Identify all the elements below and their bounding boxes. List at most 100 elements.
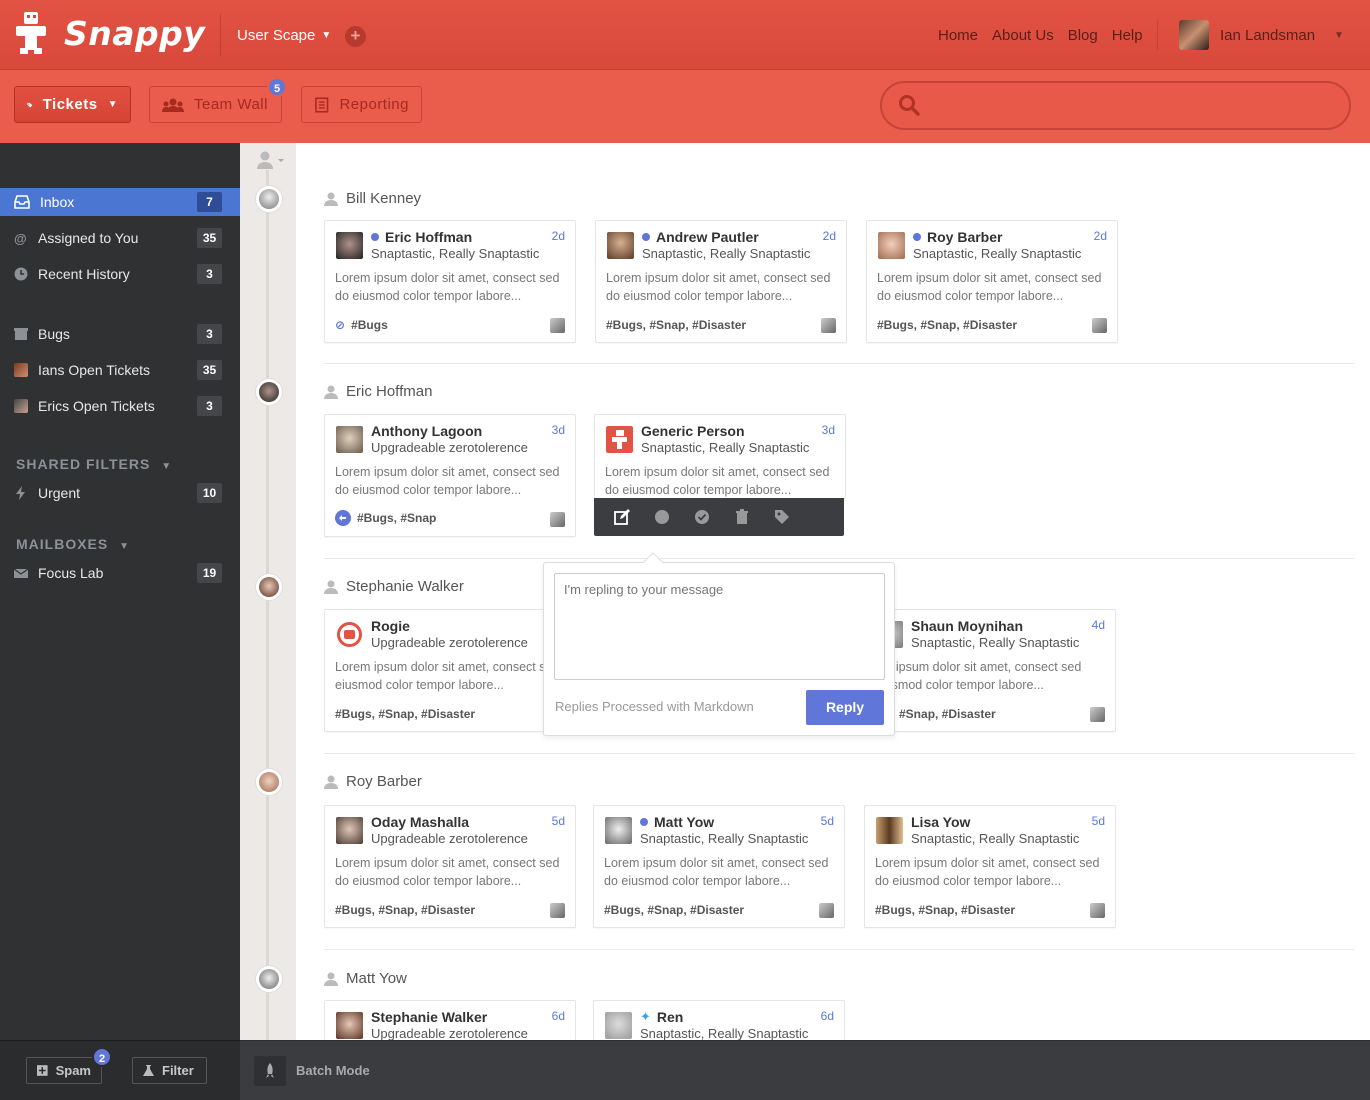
reporting-button[interactable]: Reporting bbox=[301, 86, 422, 123]
snappy-logo-icon bbox=[606, 426, 633, 453]
edit-icon[interactable] bbox=[614, 509, 630, 525]
assignee-avatar[interactable] bbox=[550, 903, 565, 918]
brand-name[interactable]: Snappy bbox=[64, 14, 205, 53]
sidebar-item-ians-open-tickets[interactable]: Ians Open Tickets 35 bbox=[0, 356, 240, 384]
sidebar-item-inbox[interactable]: Inbox 7 bbox=[0, 188, 240, 216]
shared-filters-heading[interactable]: SHARED FILTERS ▼ bbox=[16, 456, 172, 472]
group-name: Bill Kenney bbox=[346, 190, 422, 207]
user-avatar[interactable] bbox=[1179, 20, 1209, 50]
tags-label[interactable]: #Bugs, #Snap bbox=[357, 511, 436, 525]
tags-label[interactable]: #Bugs, #Snap, #Disaster bbox=[606, 318, 746, 332]
timeline-avatar[interactable] bbox=[256, 186, 282, 212]
tickets-button[interactable]: Tickets ▼ bbox=[14, 86, 131, 123]
trash-icon[interactable] bbox=[734, 509, 750, 525]
nav-help[interactable]: Help bbox=[1112, 27, 1143, 44]
sidebar-item-assigned[interactable]: @ Assigned to You 35 bbox=[0, 224, 240, 252]
ticket-tags: #Bugs, #Snap, #Disaster bbox=[335, 707, 475, 721]
ticket-subject: Snaptastic, Really Snaptastic bbox=[371, 246, 540, 261]
ticket-card[interactable]: Eric Hoffman Snaptastic, Really Snaptast… bbox=[324, 220, 576, 343]
ticket-sender: ✦ Ren bbox=[640, 1009, 683, 1025]
ticket-subject: Upgradeable zerotolerence bbox=[371, 1026, 528, 1041]
nav-blog[interactable]: Blog bbox=[1068, 27, 1098, 44]
assignee-avatar[interactable] bbox=[1092, 318, 1107, 333]
sidebar-item-urgent[interactable]: Urgent 10 bbox=[0, 479, 240, 507]
add-icon[interactable]: + bbox=[345, 26, 366, 47]
ticket-sender: Roy Barber bbox=[913, 229, 1002, 245]
check-icon[interactable] bbox=[694, 509, 710, 525]
reply-textarea[interactable] bbox=[554, 573, 885, 680]
tags-label[interactable]: #Bugs, #Snap, #Disaster bbox=[875, 903, 1015, 917]
heading-label: MAILBOXES bbox=[16, 536, 109, 552]
workspace-selector[interactable]: User Scape ▼ bbox=[237, 27, 331, 44]
ticket-tags: #Bugs, #Snap, #Disaster bbox=[877, 318, 1017, 332]
reply-button[interactable]: Reply bbox=[806, 690, 884, 725]
user-icon bbox=[324, 192, 338, 206]
ticket-card[interactable]: Shaun Moynihan Snaptastic, Really Snapta… bbox=[864, 609, 1116, 732]
ticket-card[interactable]: Anthony Lagoon Upgradeable zerotolerence… bbox=[324, 414, 576, 537]
timeline-avatar[interactable] bbox=[256, 769, 282, 795]
tags-label[interactable]: #Bugs bbox=[351, 318, 388, 332]
ticket-card[interactable]: Matt Yow Snaptastic, Really Snaptastic 5… bbox=[593, 805, 845, 928]
divider bbox=[220, 14, 221, 56]
tag-icon[interactable] bbox=[774, 509, 790, 525]
ticket-card[interactable]: Roy Barber Snaptastic, Really Snaptastic… bbox=[866, 220, 1118, 343]
avatar bbox=[605, 1012, 632, 1039]
sidebar-item-erics-open-tickets[interactable]: Erics Open Tickets 3 bbox=[0, 392, 240, 420]
box-icon bbox=[14, 328, 28, 340]
user-filter-icon[interactable] bbox=[256, 150, 286, 170]
status-circle-icon[interactable] bbox=[654, 509, 670, 525]
team-wall-button[interactable]: Team Wall bbox=[149, 86, 282, 123]
tags-label[interactable]: #Bugs, #Snap, #Disaster bbox=[335, 707, 475, 721]
ticket-age: 4d bbox=[1091, 618, 1105, 632]
ticket-preview: Lorem ipsum dolor sit amet, consect sed … bbox=[877, 271, 1102, 303]
ticket-card[interactable]: Generic Person Snaptastic, Really Snapta… bbox=[594, 414, 846, 499]
sidebar-item-recent-history[interactable]: Recent History 3 bbox=[0, 260, 240, 288]
ticket-card[interactable]: ✦ Ren Snaptastic, Really Snaptastic 6d bbox=[593, 1000, 845, 1041]
batch-mode-label[interactable]: Batch Mode bbox=[296, 1063, 370, 1078]
tags-label[interactable]: #Bugs, #Snap, #Disaster bbox=[604, 903, 744, 917]
sidebar-item-focus-lab[interactable]: Focus Lab 19 bbox=[0, 559, 240, 587]
assignee-avatar[interactable] bbox=[550, 512, 565, 527]
assignee-avatar[interactable] bbox=[550, 318, 565, 333]
timeline-avatar[interactable] bbox=[256, 574, 282, 600]
sidebar-item-bugs[interactable]: Bugs 3 bbox=[0, 320, 240, 348]
sender-name: Rogie bbox=[371, 618, 410, 634]
sender-name: Roy Barber bbox=[927, 229, 1003, 245]
user-name[interactable]: Ian Landsman bbox=[1220, 27, 1315, 44]
markdown-note: Replies Processed with Markdown bbox=[555, 699, 754, 714]
sidebar-item-label: Focus Lab bbox=[38, 565, 104, 581]
rogie-logo-icon bbox=[337, 622, 362, 647]
nav-about[interactable]: About Us bbox=[992, 27, 1054, 44]
snappy-logo-icon[interactable] bbox=[14, 10, 54, 56]
nav-home[interactable]: Home bbox=[938, 27, 978, 44]
timeline-avatar[interactable] bbox=[256, 379, 282, 405]
mail-icon bbox=[14, 568, 28, 578]
ticket-card[interactable]: Andrew Pautler Snaptastic, Really Snapta… bbox=[595, 220, 847, 343]
assignee-avatar[interactable] bbox=[1090, 707, 1105, 722]
sidebar-item-label: Erics Open Tickets bbox=[38, 398, 155, 414]
spam-icon bbox=[37, 1065, 48, 1076]
ticket-tags: ⊘ #Bugs bbox=[335, 318, 388, 332]
ticket-card[interactable]: Lisa Yow Snaptastic, Really Snaptastic 5… bbox=[864, 805, 1116, 928]
assignee-avatar[interactable] bbox=[1090, 903, 1105, 918]
ticket-card[interactable]: Oday Mashalla Upgradeable zerotolerence … bbox=[324, 805, 576, 928]
spam-button[interactable]: Spam bbox=[26, 1057, 102, 1084]
ticket-tags: #Bugs, #Snap, #Disaster bbox=[335, 903, 475, 917]
timeline-avatar[interactable] bbox=[256, 966, 282, 992]
search-input[interactable] bbox=[880, 81, 1351, 130]
assignee-avatar[interactable] bbox=[819, 903, 834, 918]
chevron-down-icon[interactable]: ▼ bbox=[1334, 30, 1344, 41]
batch-mode-toggle[interactable] bbox=[254, 1056, 286, 1086]
tags-label[interactable]: #Bugs, #Snap, #Disaster bbox=[335, 903, 475, 917]
count-badge: 7 bbox=[197, 192, 222, 212]
team-wall-label: Team Wall bbox=[194, 96, 268, 113]
group-name: Roy Barber bbox=[346, 773, 422, 790]
tags-label[interactable]: #Bugs, #Snap, #Disaster bbox=[877, 318, 1017, 332]
mailboxes-heading[interactable]: MAILBOXES ▼ bbox=[16, 536, 130, 552]
ticket-card[interactable]: Rogie Upgradeable zerotolerence Lorem ip… bbox=[324, 609, 576, 732]
sender-name: Generic Person bbox=[641, 423, 745, 439]
ticket-subject: Snaptastic, Really Snaptastic bbox=[642, 246, 811, 261]
filter-button[interactable]: Filter bbox=[132, 1057, 207, 1084]
ticket-card[interactable]: Stephanie Walker Upgradeable zerotoleren… bbox=[324, 1000, 576, 1041]
assignee-avatar[interactable] bbox=[821, 318, 836, 333]
